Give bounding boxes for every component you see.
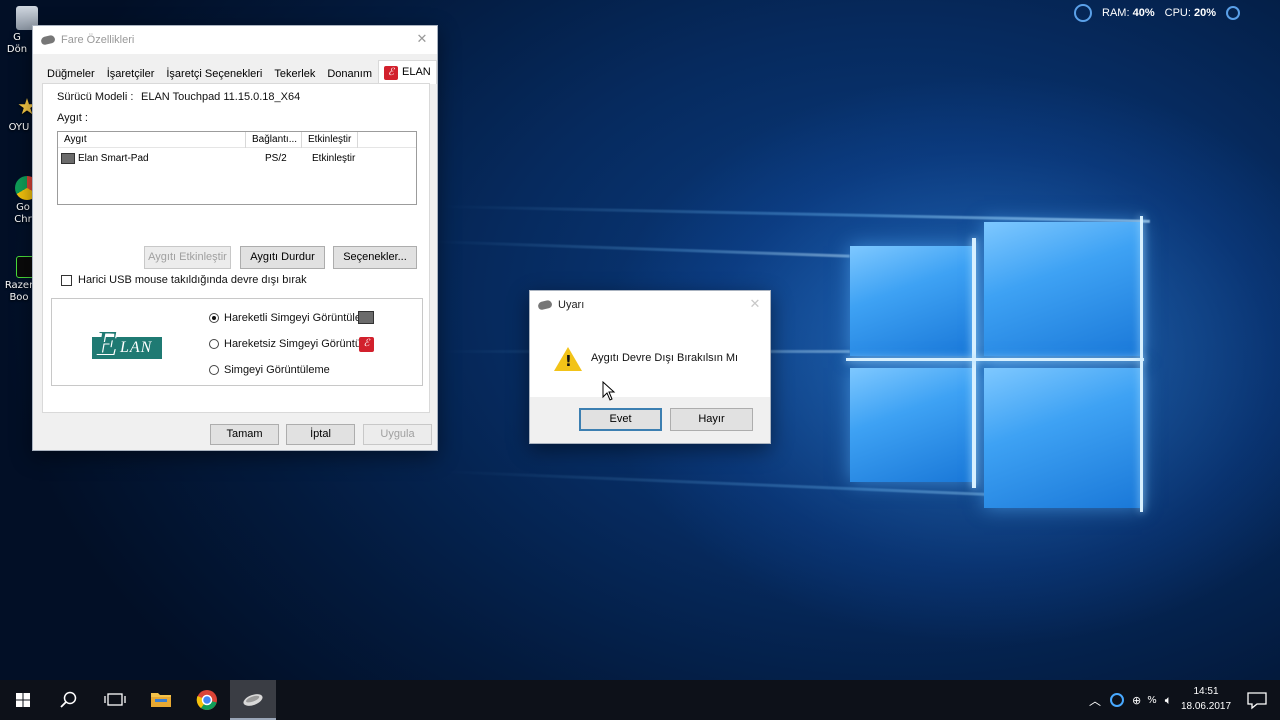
- tray-icon-groupbox: LAN E Hareketli Simgeyi Görüntüle Hareke…: [51, 298, 423, 386]
- close-icon[interactable]: ✕: [748, 297, 762, 311]
- notification-icon: [1247, 692, 1267, 710]
- task-view-button[interactable]: [92, 680, 138, 720]
- radio-animated-label: Hareketli Simgeyi Görüntüle: [224, 312, 361, 324]
- warning-message: Aygıtı Devre Dışı Bırakılsın Mı: [591, 352, 739, 364]
- system-tray: ︿ ⊕ % 🔈︎: [1086, 680, 1172, 720]
- close-icon[interactable]: ✕: [415, 32, 429, 46]
- cpu-label: CPU:: [1164, 7, 1191, 19]
- enable-device-button[interactable]: Aygıtı Etkinleştir: [144, 246, 231, 269]
- yes-button[interactable]: Evet: [579, 408, 662, 431]
- usb-disable-checkbox[interactable]: [61, 275, 72, 286]
- tab-buttons[interactable]: Düğmeler: [41, 63, 101, 84]
- cancel-button[interactable]: İptal: [286, 424, 355, 445]
- warning-dialog: Uyarı ✕ Aygıtı Devre Dışı Bırakılsın Mı …: [529, 290, 771, 444]
- device-row[interactable]: Elan Smart-Pad PS/2 Etkinleştir: [58, 150, 416, 166]
- dialog-title: Fare Özellikleri: [61, 34, 135, 46]
- windows-logo-icon: [16, 693, 30, 707]
- driver-model-value: ELAN Touchpad 11.15.0.18_X64: [141, 91, 301, 103]
- folder-icon: [151, 693, 171, 707]
- taskbar: ︿ ⊕ % 🔈︎ 14:51 18.06.2017: [0, 680, 1280, 720]
- warning-titlebar[interactable]: Uyarı ✕: [530, 291, 770, 319]
- usb-disable-label: Harici USB mouse takıldığında devre dışı…: [78, 274, 307, 286]
- mouse-properties-dialog: Fare Özellikleri ✕ Düğmeler İşaretçiler …: [32, 25, 438, 451]
- mouse-icon: [243, 694, 263, 706]
- options-button[interactable]: Seçenekler...: [333, 246, 417, 269]
- device-enabled: Etkinleştir: [312, 152, 356, 164]
- tab-elan[interactable]: ℰ ELAN: [377, 60, 437, 84]
- ram-label: RAM:: [1102, 7, 1130, 19]
- apply-button[interactable]: Uygula: [363, 424, 432, 445]
- gadget-settings-icon[interactable]: [1226, 6, 1240, 20]
- task-view-icon: [104, 693, 126, 706]
- radio-animated-icon[interactable]: [209, 313, 219, 323]
- tab-hardware[interactable]: Donanım: [321, 63, 378, 84]
- column-header-connection[interactable]: Bağlantı...: [246, 132, 302, 148]
- action-center-button[interactable]: [1234, 680, 1280, 720]
- taskbar-chrome[interactable]: [184, 680, 230, 720]
- mouse-icon: [537, 299, 553, 311]
- radio-static-icon[interactable]: [209, 339, 219, 349]
- tab-pointer-options[interactable]: İşaretçi Seçenekleri: [160, 63, 268, 84]
- chevron-up-icon[interactable]: ︿: [1086, 692, 1104, 709]
- clock-date: 18.06.2017: [1180, 701, 1232, 712]
- tab-strip: Düğmeler İşaretçiler İşaretçi Seçenekler…: [41, 60, 437, 84]
- taskbar-file-explorer[interactable]: [138, 680, 184, 720]
- clock-time: 14:51: [1193, 686, 1219, 697]
- column-header-device[interactable]: Aygıt: [58, 132, 246, 148]
- cpu-value: 20%: [1193, 7, 1216, 19]
- static-tray-icon: ℰ: [359, 337, 374, 352]
- device-list[interactable]: Aygıt Bağlantı... Etkinleştir Elan Smart…: [57, 131, 417, 205]
- taskbar-mouse-settings[interactable]: [230, 680, 276, 720]
- ok-button[interactable]: Tamam: [210, 424, 279, 445]
- elan-logo-letter: E: [96, 325, 117, 362]
- driver-model-label: Sürücü Modeli :: [57, 91, 134, 103]
- column-header-enable[interactable]: Etkinleştir: [302, 132, 358, 148]
- device-name: Elan Smart-Pad: [78, 152, 149, 164]
- animated-tray-icon: [358, 311, 374, 324]
- disable-device-button[interactable]: Aygıtı Durdur: [240, 246, 325, 269]
- ime-indicator[interactable]: %: [1147, 695, 1157, 706]
- device-label: Aygıt :: [57, 112, 88, 124]
- radio-no-icon[interactable]: [209, 365, 219, 375]
- gadget-ring-icon: [1074, 4, 1093, 22]
- search-icon: [60, 691, 77, 708]
- app-tray-icon[interactable]: [1110, 693, 1124, 707]
- warning-button-bar: Evet Hayır: [530, 397, 770, 443]
- radio-static-label: Hareketsiz Simgeyi Görüntüle: [224, 338, 370, 350]
- cursor-icon: [602, 381, 616, 401]
- warning-icon: [554, 347, 582, 371]
- dialog-titlebar[interactable]: Fare Özellikleri ✕: [33, 26, 437, 54]
- ram-value: 40%: [1132, 7, 1155, 19]
- elan-tab-icon: ℰ: [383, 65, 398, 80]
- device-list-header: Aygıt Bağlantı... Etkinleştir: [58, 132, 416, 148]
- tab-wheel[interactable]: Tekerlek: [268, 63, 321, 84]
- system-monitor-gadget: RAM: 40% CPU: 20%: [1074, 3, 1240, 23]
- elan-tab-panel: Sürücü Modeli : ELAN Touchpad 11.15.0.18…: [42, 83, 430, 413]
- device-connection: PS/2: [265, 152, 287, 164]
- chrome-icon: [196, 690, 217, 710]
- network-icon[interactable]: ⊕: [1132, 694, 1141, 707]
- tab-pointers[interactable]: İşaretçiler: [101, 63, 161, 84]
- mouse-icon: [40, 34, 56, 46]
- touchpad-icon: [61, 152, 75, 164]
- elan-logo: LAN E: [92, 325, 164, 369]
- start-button[interactable]: [0, 680, 46, 720]
- no-button[interactable]: Hayır: [670, 408, 753, 431]
- search-button[interactable]: [46, 680, 92, 720]
- warning-title: Uyarı: [558, 299, 585, 311]
- volume-icon[interactable]: 🔈︎: [1165, 693, 1172, 708]
- taskbar-clock[interactable]: 14:51 18.06.2017: [1176, 684, 1236, 714]
- tab-elan-label: ELAN: [401, 66, 431, 78]
- radio-no-icon-label: Simgeyi Görüntüleme: [224, 364, 330, 376]
